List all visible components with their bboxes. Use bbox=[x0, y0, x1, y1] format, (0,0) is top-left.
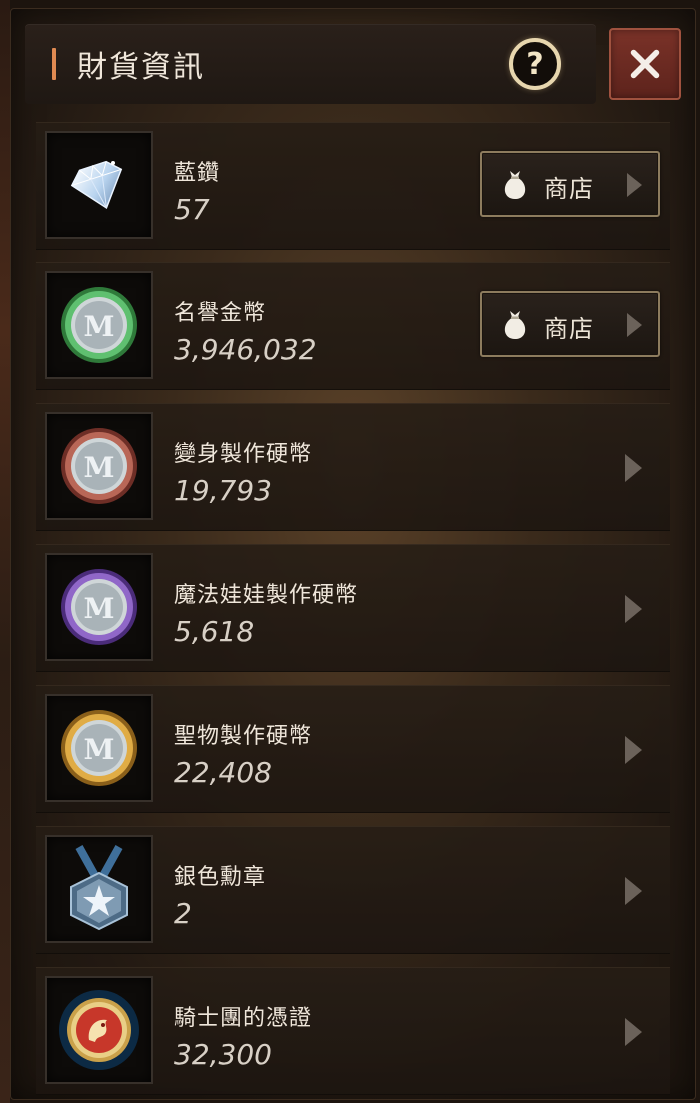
chevron-right-icon bbox=[627, 173, 642, 197]
blue-diamond-icon bbox=[70, 160, 123, 209]
shop-button[interactable]: 商店 bbox=[480, 291, 660, 357]
silver-medal-icon bbox=[70, 845, 128, 931]
red-coin-icon: M bbox=[61, 428, 137, 504]
shop-button[interactable]: 商店 bbox=[480, 151, 660, 217]
svg-text:M: M bbox=[84, 592, 115, 625]
money-bag-icon bbox=[504, 171, 526, 199]
currency-name: 魔法娃娃製作硬幣 bbox=[174, 583, 359, 608]
svg-text:M: M bbox=[84, 733, 115, 766]
currency-icon-frame: M bbox=[45, 271, 153, 379]
currency-amount: 3,946,032 bbox=[174, 333, 317, 366]
green-coin-icon: M bbox=[61, 287, 137, 363]
currency-amount: 2 bbox=[174, 897, 192, 930]
shop-button-label: 商店 bbox=[544, 315, 594, 343]
knight-emblem-icon bbox=[59, 990, 139, 1070]
question-mark-icon: ? bbox=[526, 46, 544, 82]
currency-row[interactable]: M 變身製作硬幣 19,793 bbox=[36, 403, 670, 531]
svg-text:M: M bbox=[84, 451, 115, 484]
shop-button-label: 商店 bbox=[544, 175, 594, 203]
chevron-right-icon[interactable] bbox=[622, 1016, 644, 1048]
svg-text:M: M bbox=[84, 310, 115, 343]
currency-icon-frame bbox=[45, 131, 153, 239]
currency-name: 名譽金幣 bbox=[174, 301, 267, 326]
currency-row[interactable]: M 聖物製作硬幣 22,408 bbox=[36, 685, 670, 813]
chevron-right-icon[interactable] bbox=[622, 593, 644, 625]
purple-coin-icon: M bbox=[61, 569, 137, 645]
gold-coin-icon: M bbox=[61, 710, 137, 786]
currency-name: 騎士團的憑證 bbox=[174, 1006, 313, 1031]
currency-icon-frame bbox=[45, 835, 153, 943]
currency-amount: 22,408 bbox=[174, 756, 272, 789]
money-bag-icon bbox=[504, 311, 526, 339]
currency-icon-frame: M bbox=[45, 412, 153, 520]
currency-amount: 19,793 bbox=[174, 474, 272, 507]
chevron-right-icon[interactable] bbox=[622, 452, 644, 484]
currency-row[interactable]: M 魔法娃娃製作硬幣 5,618 bbox=[36, 544, 670, 672]
currency-row[interactable]: 銀色勳章 2 bbox=[36, 826, 670, 954]
close-button[interactable] bbox=[609, 28, 681, 100]
background-edge bbox=[0, 0, 10, 1103]
currency-name: 變身製作硬幣 bbox=[174, 442, 313, 467]
currency-amount: 57 bbox=[174, 193, 210, 226]
help-button[interactable]: ? bbox=[509, 38, 561, 90]
currency-icon-frame: M bbox=[45, 553, 153, 661]
close-icon bbox=[630, 49, 660, 79]
currency-row[interactable]: 騎士團的憑證 32,300 bbox=[36, 967, 670, 1095]
currency-name: 聖物製作硬幣 bbox=[174, 724, 313, 749]
currency-amount: 5,618 bbox=[174, 615, 255, 648]
chevron-right-icon[interactable] bbox=[622, 734, 644, 766]
title-accent-bar bbox=[52, 48, 56, 80]
currency-row: 藍鑽 57 商店 bbox=[36, 122, 670, 250]
currency-amount: 32,300 bbox=[174, 1038, 272, 1071]
currency-icon-frame: M bbox=[45, 694, 153, 802]
currency-icon-frame bbox=[45, 976, 153, 1084]
chevron-right-icon bbox=[627, 313, 642, 337]
currency-name: 藍鑽 bbox=[174, 161, 221, 186]
currency-name: 銀色勳章 bbox=[174, 865, 267, 890]
title-bar: 財貨資訊 ? bbox=[25, 24, 596, 104]
currency-row: M 名譽金幣 3,946,032 商店 bbox=[36, 262, 670, 390]
page-title: 財貨資訊 bbox=[77, 50, 205, 85]
chevron-right-icon[interactable] bbox=[622, 875, 644, 907]
